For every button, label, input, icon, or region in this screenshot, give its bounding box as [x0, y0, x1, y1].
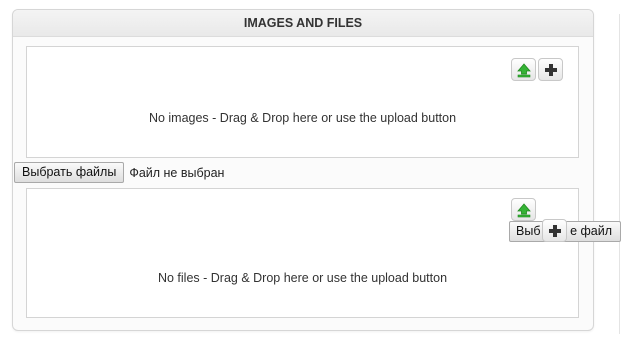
panel-title: IMAGES AND FILES	[13, 10, 593, 37]
upload-files-button[interactable]	[511, 198, 536, 221]
images-file-input: Выбрать файлы Файл не выбран	[14, 162, 224, 183]
choose-file-label-left: Выб	[516, 224, 541, 238]
upload-icon	[516, 62, 532, 78]
plus-icon	[548, 224, 562, 238]
upload-images-button[interactable]	[511, 58, 536, 81]
add-image-button[interactable]	[538, 58, 563, 81]
choose-file-label-right: е файл	[570, 224, 612, 238]
file-status: Файл не выбран	[129, 165, 225, 180]
images-drop-zone[interactable]: No images - Drag & Drop here or use the …	[26, 46, 579, 158]
add-file-button[interactable]	[542, 219, 567, 242]
divider	[619, 14, 620, 334]
files-drop-zone[interactable]: No files - Drag & Drop here or use the u…	[26, 188, 579, 318]
choose-files-button[interactable]: Выбрать файлы	[14, 162, 125, 183]
plus-icon	[544, 63, 558, 77]
images-empty-message: No images - Drag & Drop here or use the …	[148, 111, 457, 125]
page: IMAGES AND FILES No images - Drag & Drop…	[0, 0, 626, 351]
files-empty-message: No files - Drag & Drop here or use the u…	[157, 271, 448, 285]
upload-icon	[516, 202, 532, 218]
